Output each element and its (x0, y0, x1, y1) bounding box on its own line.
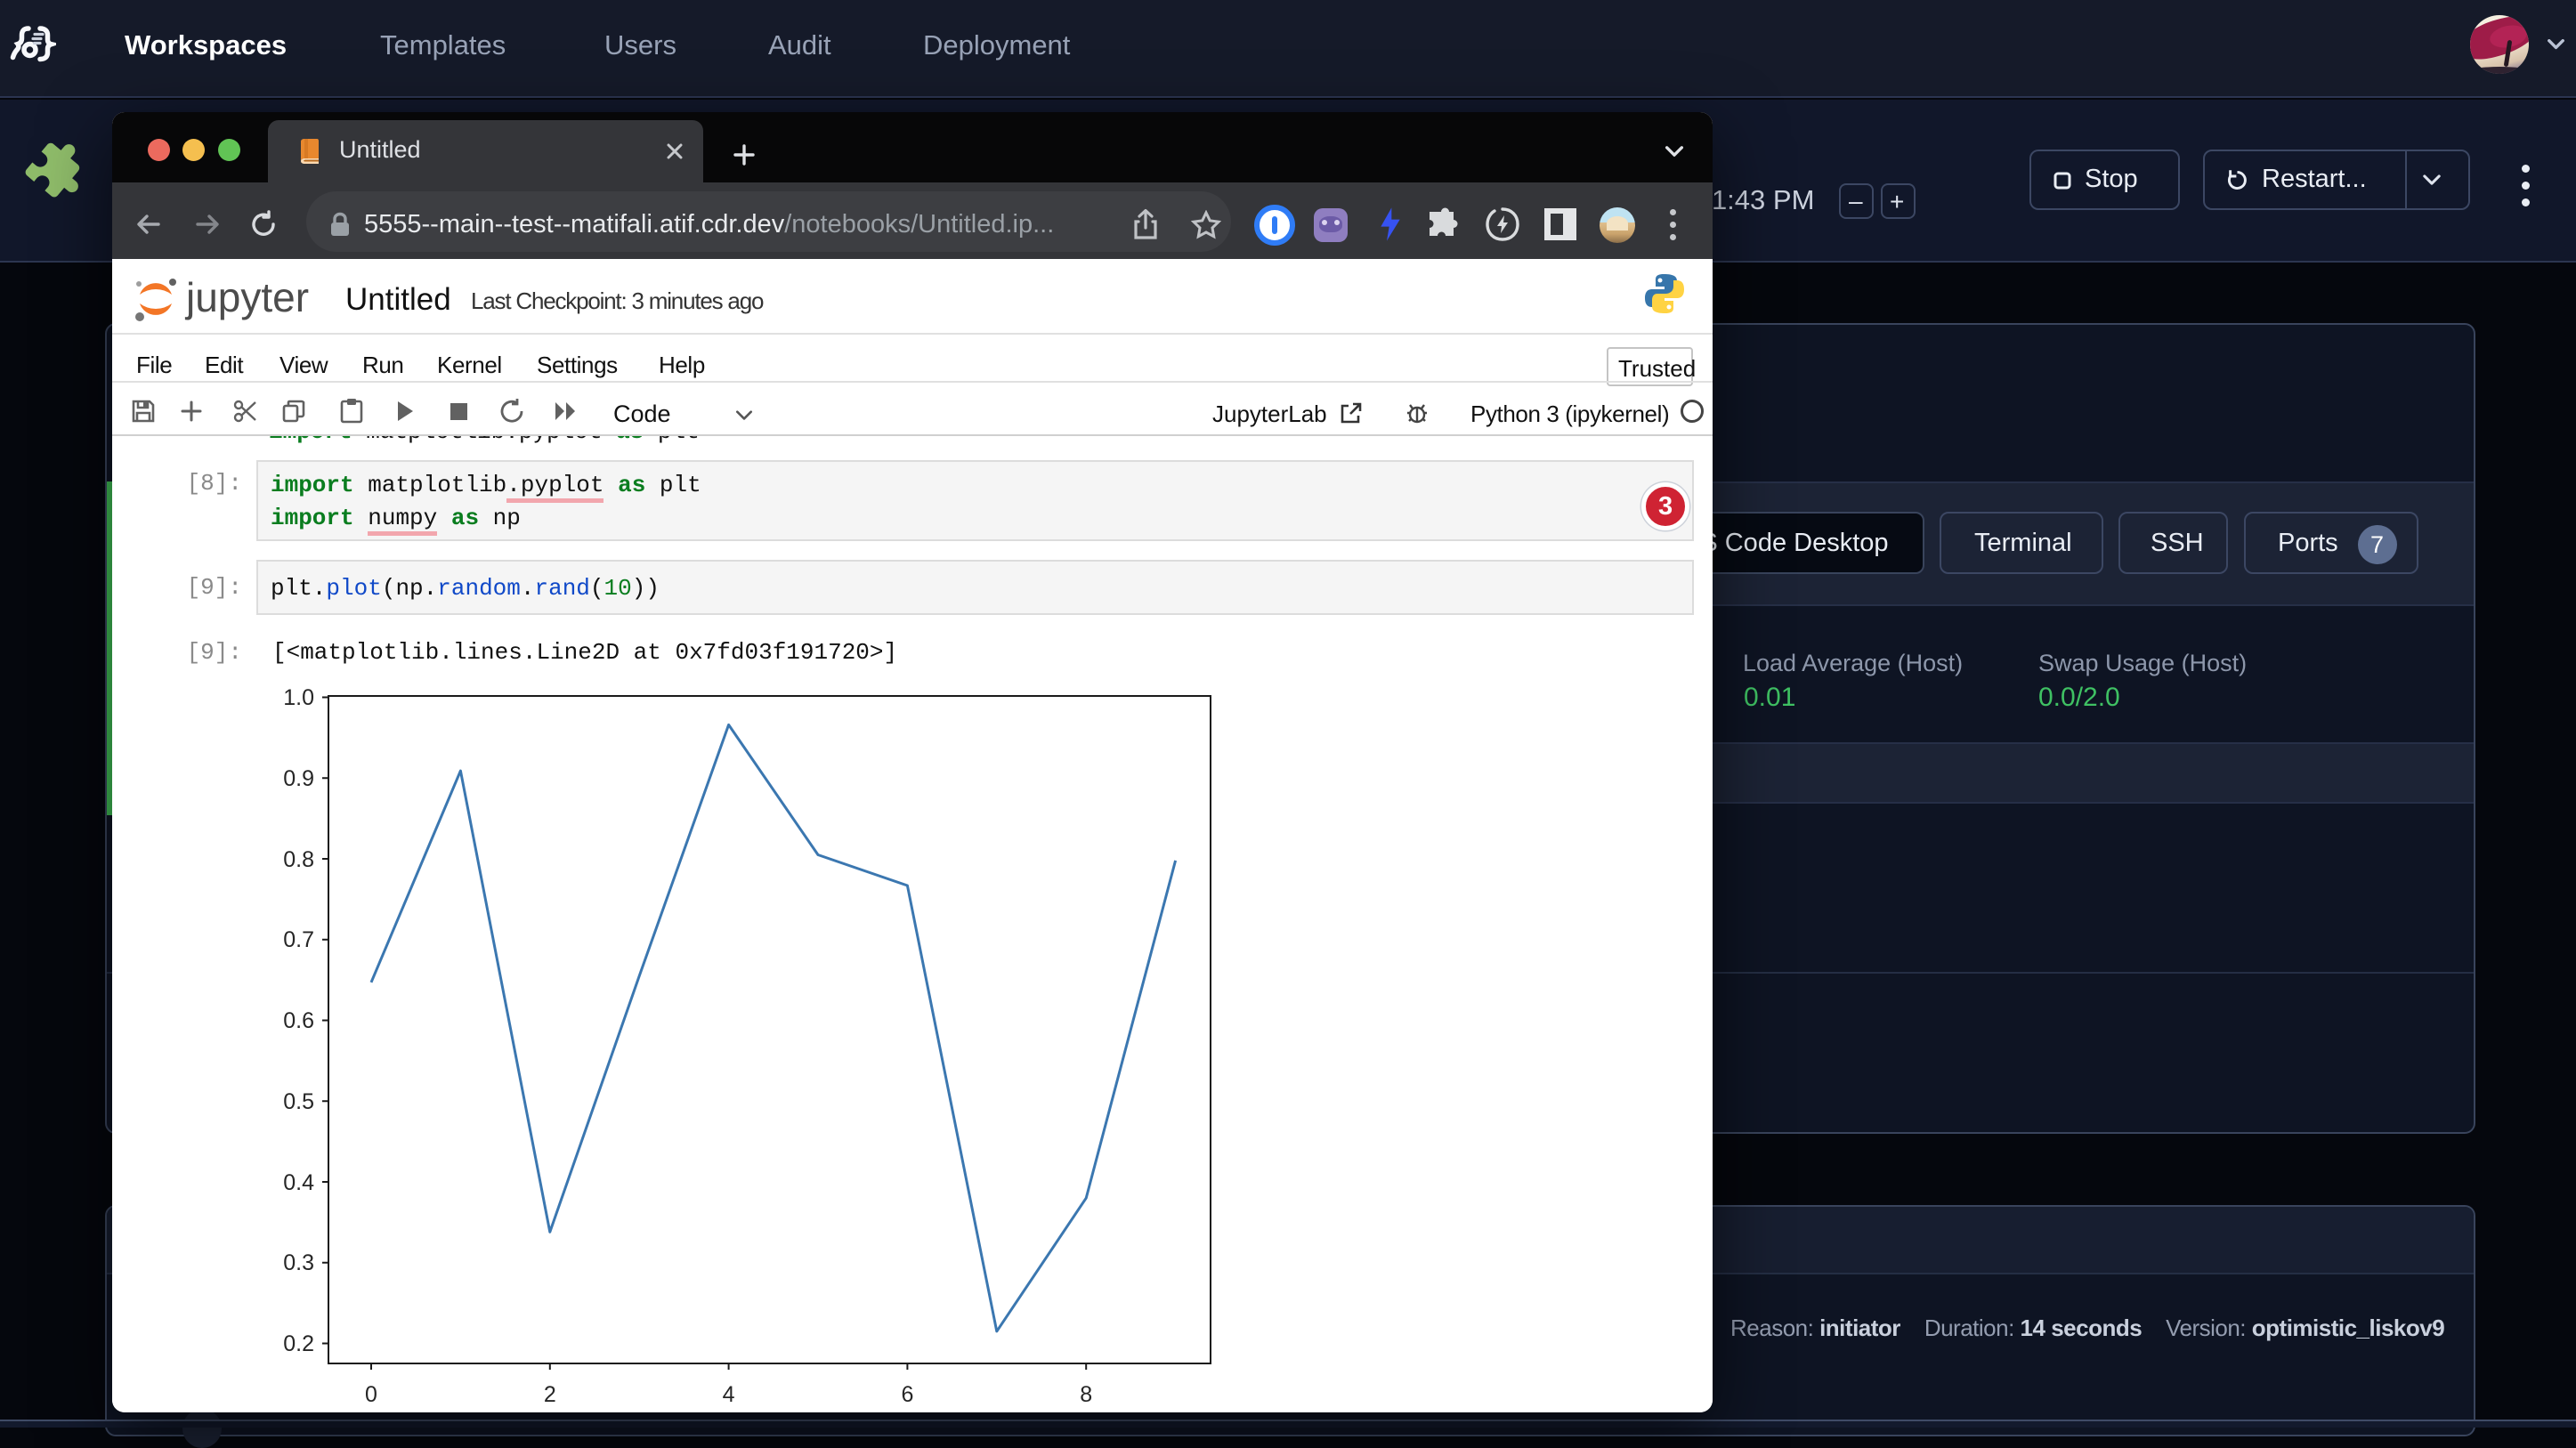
svg-text:2: 2 (544, 1382, 556, 1407)
svg-text:0.4: 0.4 (283, 1170, 314, 1195)
svg-text:0: 0 (365, 1382, 377, 1407)
svg-text:0.3: 0.3 (283, 1250, 314, 1275)
svg-text:1.0: 1.0 (283, 685, 314, 710)
svg-text:0.7: 0.7 (283, 927, 314, 952)
svg-text:0.8: 0.8 (283, 847, 314, 872)
svg-text:4: 4 (723, 1382, 735, 1407)
svg-text:0.6: 0.6 (283, 1008, 314, 1033)
svg-text:6: 6 (901, 1382, 913, 1407)
svg-text:0.9: 0.9 (283, 766, 314, 791)
svg-text:8: 8 (1080, 1382, 1092, 1407)
svg-text:0.5: 0.5 (283, 1089, 314, 1114)
svg-text:0.2: 0.2 (283, 1331, 314, 1356)
